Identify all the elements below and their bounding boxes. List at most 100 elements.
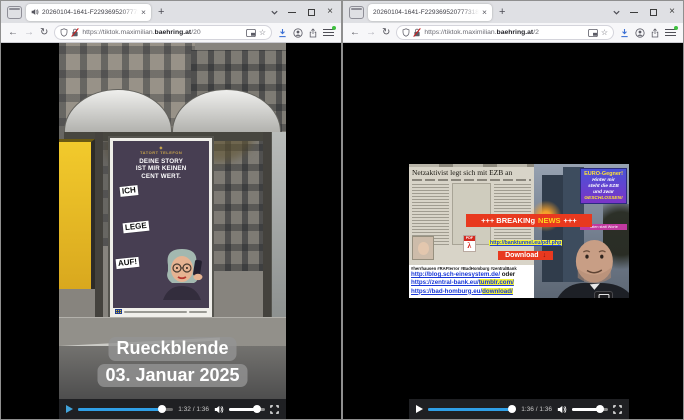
euro-gegner-box: EURO-Gegner! Hinter mir steht die EZB un… <box>580 168 627 204</box>
forward-button[interactable]: → <box>24 28 34 38</box>
video-controls: 1:36 / 1:36 <box>409 399 629 419</box>
browser-tab[interactable]: 20260104-1641-F2293695207773182 × <box>26 4 151 21</box>
progress-knob[interactable] <box>158 405 166 413</box>
window-controls: × <box>288 7 333 17</box>
new-tab-button[interactable]: + <box>499 7 505 18</box>
update-badge <box>332 26 336 30</box>
share-icon[interactable] <box>309 28 317 38</box>
tab-title: 20260104-1641-F2293695207773182 <box>373 9 479 16</box>
tracking-shield-icon[interactable] <box>60 28 68 37</box>
bus-shelter-roof <box>64 89 282 132</box>
poster-display-case: ◆TATORT TELEFON DEINE STORY IST MIR KEIN… <box>108 136 215 321</box>
downloads-icon[interactable] <box>278 28 287 38</box>
progress-bar[interactable] <box>78 408 173 411</box>
caption-line-2: 03. Januar 2025 <box>97 364 247 387</box>
video-surface[interactable]: ◆TATORT TELEFON DEINE STORY IST MIR KEIN… <box>59 43 286 399</box>
poster-headline: DEINE STORY IST MIR KEINEN CENT WERT. <box>136 158 187 180</box>
tab-title: 20260104-1641-F2293695207773182 <box>42 9 138 16</box>
newspaper-subhead <box>412 179 531 181</box>
poster-woman-illustration <box>150 245 210 300</box>
page-content: ◆TATORT TELEFON DEINE STORY IST MIR KEIN… <box>1 43 341 419</box>
tab-audio-icon[interactable] <box>31 8 39 16</box>
tab-bar: 20260104-1641-F2293695207773182 × + × <box>1 1 341 23</box>
fullscreen-icon[interactable] <box>270 405 279 414</box>
navigation-toolbar: ← → ↻ https://tiktok.maximilian.baehring… <box>1 23 341 43</box>
tracking-shield-icon[interactable] <box>402 28 410 37</box>
mute-icon[interactable] <box>214 405 224 414</box>
desktop: 20260104-1641-F2293695207773182 × + × ← … <box>0 0 684 420</box>
back-button[interactable]: ← <box>350 28 360 38</box>
poster-shout-boxes: ICH LEGE AUF! <box>113 183 210 307</box>
reload-button[interactable]: ↻ <box>40 28 48 38</box>
mute-icon[interactable] <box>557 405 567 414</box>
url-text: https://tiktok.maximilian.baehring.at/20 <box>82 29 242 36</box>
browser-tab[interactable]: 20260104-1641-F2293695207773182 × <box>368 4 492 21</box>
page-content: Netzaktivist legt sich mit EZB an <box>343 43 683 419</box>
close-tab-icon[interactable]: × <box>141 8 146 17</box>
minimize-button[interactable] <box>630 12 638 13</box>
video-caption: Rueckblende 03. Januar 2025 <box>59 334 286 387</box>
minimize-button[interactable] <box>288 12 296 13</box>
downloads-icon[interactable] <box>620 28 629 38</box>
download-button: Download↓ <box>498 251 553 260</box>
progress-bar[interactable] <box>428 408 516 411</box>
list-tabs-chevron-icon[interactable] <box>612 8 621 17</box>
share-icon[interactable] <box>651 28 659 38</box>
shelter-post <box>95 132 103 331</box>
menu-icon[interactable] <box>665 28 676 37</box>
eu-flag <box>115 309 122 314</box>
account-icon[interactable] <box>635 28 645 38</box>
play-button[interactable] <box>66 405 73 413</box>
maximize-button[interactable] <box>650 9 657 16</box>
shelter-post <box>263 132 271 331</box>
fullscreen-icon[interactable] <box>613 405 622 414</box>
picture-in-picture-icon[interactable] <box>246 29 256 37</box>
new-tab-button[interactable]: + <box>158 7 164 18</box>
poster-brand: ◆TATORT TELEFON <box>140 145 182 155</box>
shelter-glass-panel <box>271 132 286 317</box>
bookmark-star-icon[interactable]: ☆ <box>259 29 266 37</box>
update-badge <box>674 26 678 30</box>
close-tab-icon[interactable]: × <box>482 8 487 17</box>
insecure-lock-icon[interactable] <box>71 28 79 37</box>
account-icon[interactable] <box>293 28 303 38</box>
breaking-news-banner: +++ BREAKINgNEWS+++ <box>466 214 591 227</box>
video-controls: 1:32 / 1:36 <box>59 399 286 419</box>
link-line: https://bad-homburg.eu/download/ <box>411 288 532 296</box>
insecure-lock-icon[interactable] <box>413 28 421 37</box>
newspaper-photo <box>412 236 434 260</box>
pdf-download-area: http://banktunnel.eu/pdf.php Download↓ <box>473 231 579 260</box>
reload-button[interactable]: ↻ <box>382 28 390 38</box>
url-text: https://tiktok.maximilian.baehring.at/2 <box>424 29 584 36</box>
browser-window-right: 20260104-1641-F2293695207773182 × + × ← … <box>342 0 684 420</box>
close-window-button[interactable]: × <box>669 7 675 17</box>
firefox-view-icon[interactable] <box>7 6 22 19</box>
bookmark-star-icon[interactable]: ☆ <box>601 29 608 37</box>
progress-knob[interactable] <box>508 405 516 413</box>
tab-bar: 20260104-1641-F2293695207773182 × + × <box>343 1 683 23</box>
picture-in-picture-icon[interactable] <box>588 29 598 37</box>
volume-knob[interactable] <box>253 405 261 413</box>
forward-button[interactable]: → <box>366 28 376 38</box>
video-surface[interactable]: Netzaktivist legt sich mit EZB an <box>409 164 629 298</box>
banktunnel-url: http://banktunnel.eu/pdf.php <box>489 240 563 246</box>
firefox-view-icon[interactable] <box>349 6 364 19</box>
maximize-button[interactable] <box>308 9 315 16</box>
volume-slider[interactable] <box>572 408 608 411</box>
back-button[interactable]: ← <box>8 28 18 38</box>
window-controls: × <box>630 7 675 17</box>
list-tabs-chevron-icon[interactable] <box>270 8 279 17</box>
link-line: https://zentral-bank.eu/tumblr.com/ <box>411 279 532 287</box>
time-display: 1:36 / 1:36 <box>521 406 552 413</box>
menu-icon[interactable] <box>323 28 334 37</box>
volume-knob[interactable] <box>596 405 604 413</box>
close-window-button[interactable]: × <box>327 7 333 17</box>
navigation-toolbar: ← → ↻ https://tiktok.maximilian.baehring… <box>343 23 683 43</box>
poster-footer <box>113 308 210 316</box>
pip-toggle-button[interactable] <box>594 291 613 298</box>
play-button[interactable] <box>416 405 423 413</box>
url-bar[interactable]: https://tiktok.maximilian.baehring.at/2 … <box>396 25 614 40</box>
url-bar[interactable]: https://tiktok.maximilian.baehring.at/20… <box>54 25 272 40</box>
volume-slider[interactable] <box>229 408 265 411</box>
yellow-kiosk <box>59 139 95 289</box>
